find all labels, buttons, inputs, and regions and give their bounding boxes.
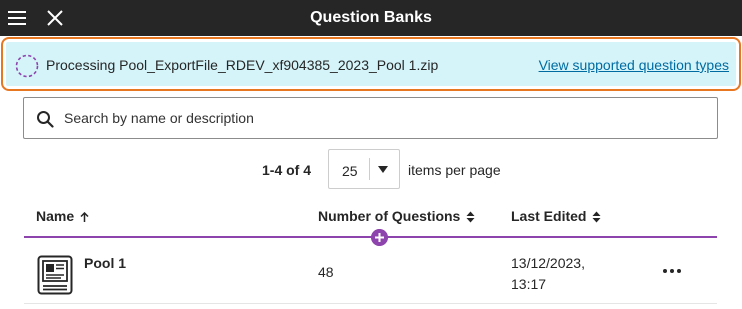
column-header-name[interactable]: Name (36, 208, 89, 224)
search-input[interactable] (64, 98, 704, 138)
caret-down-icon (378, 166, 388, 173)
pool-name-link[interactable]: Pool 1 (84, 255, 126, 271)
sort-updown-icon (466, 211, 475, 223)
pool-question-count: 48 (318, 264, 334, 280)
column-header-name-label: Name (36, 208, 75, 224)
top-bar: Question Banks (0, 0, 742, 36)
table-row: Pool 1 48 13/12/2023, 13:17 (24, 238, 717, 304)
processing-banner: Processing Pool_ExportFile_RDEV_xf904385… (1, 37, 741, 91)
pool-last-edited-date: 13/12/2023, (511, 255, 585, 271)
question-pool-icon (37, 255, 73, 295)
processing-text: Processing Pool_ExportFile_RDEV_xf904385… (46, 57, 439, 73)
items-per-page-select[interactable]: 25 (328, 149, 400, 189)
search-icon (37, 111, 54, 128)
column-header-questions-label: Number of Questions (318, 208, 461, 224)
column-header-last-edited[interactable]: Last Edited (511, 208, 601, 224)
pool-last-edited: 13/12/2023, 13:17 (511, 253, 611, 295)
more-options-icon[interactable] (661, 262, 683, 280)
items-per-page-label: items per page (408, 162, 501, 178)
page-title: Question Banks (310, 9, 432, 26)
table-header: Name Number of Questions Last Edited (0, 208, 742, 228)
column-header-last-edited-label: Last Edited (511, 208, 587, 224)
sort-up-icon (80, 211, 89, 222)
sort-updown-icon (592, 211, 601, 223)
supported-question-types-link[interactable]: View supported question types (539, 57, 729, 73)
select-divider (369, 158, 370, 180)
pagination-range: 1-4 of 4 (262, 162, 312, 178)
pool-last-edited-time: 13:17 (511, 276, 547, 292)
search-box (23, 97, 718, 139)
pagination: 1-4 of 4 25 items per page (0, 149, 742, 189)
processing-banner-body: Processing Pool_ExportFile_RDEV_xf904385… (6, 42, 736, 86)
items-per-page-value: 25 (342, 163, 358, 179)
spinner-icon (15, 54, 39, 78)
column-header-questions[interactable]: Number of Questions (318, 208, 475, 224)
